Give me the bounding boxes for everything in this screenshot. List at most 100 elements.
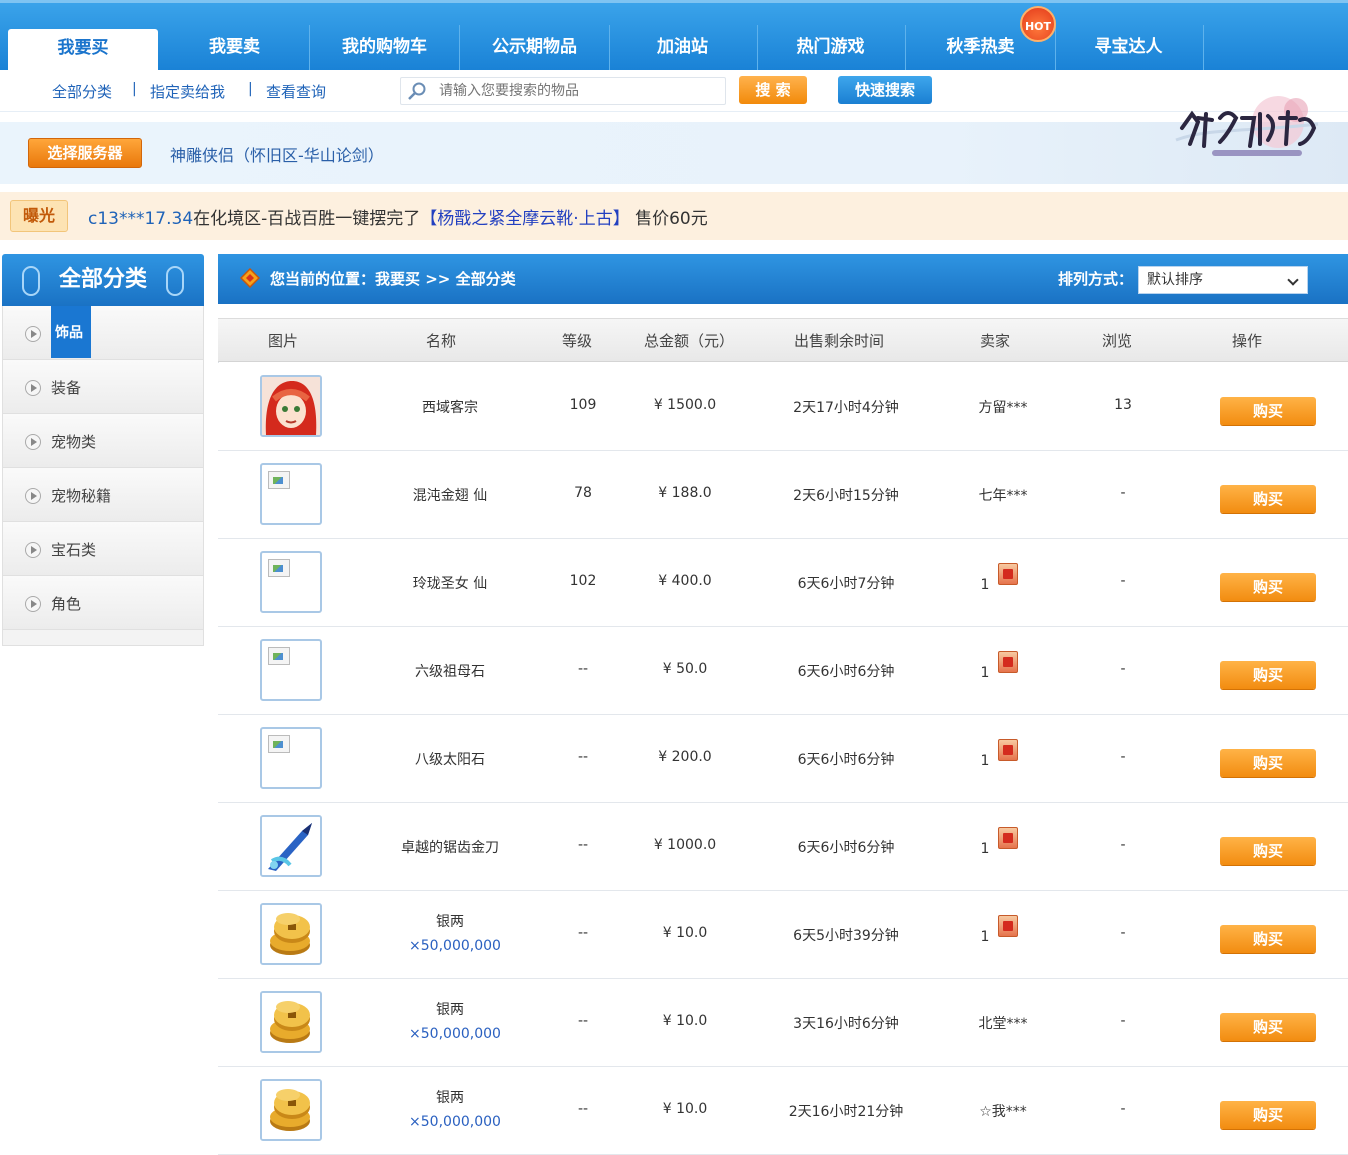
link-query[interactable]: 查看查询	[266, 81, 326, 102]
sidebar-item-gems[interactable]: 宝石类	[3, 522, 203, 576]
arrow-bullet-icon	[25, 380, 41, 396]
item-thumbnail[interactable]	[260, 375, 322, 437]
seller-badge-icon	[998, 563, 1018, 585]
sidebar-item-label: 宠物类	[51, 433, 97, 451]
item-views: -	[1120, 749, 1126, 765]
item-name[interactable]: 银两	[380, 999, 520, 1019]
buy-button[interactable]: 购买	[1220, 925, 1316, 953]
item-time-left: 6天6小时6分钟	[797, 752, 895, 768]
item-level: --	[577, 1013, 589, 1029]
item-level: --	[577, 1101, 589, 1117]
sidebar-title: 全部分类	[58, 267, 147, 292]
sort-select-value: 默认排序	[1147, 272, 1203, 288]
arrow-bullet-icon	[25, 434, 41, 450]
item-thumbnail[interactable]	[260, 551, 322, 613]
item-name[interactable]: 混沌金翅 仙	[380, 485, 520, 505]
seller-name: 七年***	[978, 488, 1028, 504]
broken-image-icon	[268, 471, 290, 489]
column-header-image: 图片	[268, 332, 299, 350]
hot-badge: HOT	[1020, 6, 1056, 42]
item-quantity: ×50,000,000	[409, 1026, 501, 1042]
sidebar-item-label: 角色	[51, 595, 82, 613]
seller-badge-icon	[998, 651, 1018, 673]
item-thumbnail[interactable]	[260, 463, 322, 525]
exposure-middle: 在化境区-百战百胜一键摆完了	[193, 209, 421, 229]
tab-cart[interactable]: 我的购物车	[310, 25, 460, 73]
buy-button[interactable]: 购买	[1220, 1013, 1316, 1041]
buy-button[interactable]: 购买	[1220, 573, 1316, 601]
seller-name: 北堂***	[978, 1016, 1028, 1032]
arrow-bullet-icon	[25, 542, 41, 558]
search-box	[400, 77, 726, 105]
tab-sell[interactable]: 我要卖	[160, 25, 310, 73]
sidebar-item-equipment[interactable]: 装备	[3, 360, 203, 414]
item-thumbnail[interactable]	[260, 639, 322, 701]
buy-button[interactable]: 购买	[1220, 1101, 1316, 1129]
item-thumbnail[interactable]	[260, 815, 322, 877]
item-thumbnail[interactable]	[260, 1079, 322, 1141]
server-name: 神雕侠侣（怀旧区-华山论剑）	[170, 146, 384, 165]
sidebar-item-accessory[interactable]: 饰品	[3, 306, 203, 360]
sidebar-item-pet-manuals[interactable]: 宠物秘籍	[3, 468, 203, 522]
game-logo	[1175, 96, 1319, 156]
item-name[interactable]: 玲珑圣女 仙	[380, 573, 520, 593]
link-sell-to-me[interactable]: 指定卖给我	[150, 81, 225, 102]
buy-button[interactable]: 购买	[1220, 749, 1316, 777]
column-header-time-left: 出售剩余时间	[794, 332, 885, 350]
ornament-icon	[22, 266, 40, 296]
item-thumbnail[interactable]	[260, 727, 322, 789]
item-name[interactable]: 银两	[380, 911, 520, 931]
exposure-text: c13***17.34在化境区-百战百胜一键摆完了【杨戬之紧全摩云靴·上古】 售…	[88, 204, 708, 229]
item-name[interactable]: 西域客宗	[380, 397, 520, 417]
item-price: ¥ 50.0	[662, 661, 708, 677]
exposure-user: c13***17.34	[88, 209, 194, 229]
item-name[interactable]: 八级太阳石	[380, 749, 520, 769]
chevron-down-icon	[1287, 274, 1299, 286]
item-level: --	[577, 749, 589, 765]
buy-button[interactable]: 购买	[1220, 661, 1316, 689]
buy-button[interactable]: 购买	[1220, 837, 1316, 865]
item-time-left: 6天5小时39分钟	[793, 928, 899, 944]
item-views: -	[1120, 837, 1126, 853]
seller-name: 1	[980, 577, 990, 593]
seller-name: 1	[980, 753, 990, 769]
broken-image-icon	[268, 735, 290, 753]
column-header-total-price: 总金额（元）	[644, 332, 735, 350]
item-views: -	[1120, 661, 1126, 677]
sidebar-item-label: 饰品	[51, 306, 91, 358]
tab-gas-station[interactable]: 加油站	[608, 25, 758, 73]
item-thumbnail[interactable]	[260, 991, 322, 1053]
sidebar-item-label: 装备	[51, 379, 82, 397]
column-header-action: 操作	[1232, 332, 1263, 350]
tab-publicity[interactable]: 公示期物品	[460, 25, 610, 73]
item-thumbnail[interactable]	[260, 903, 322, 965]
link-all-categories[interactable]: 全部分类	[52, 81, 112, 102]
item-time-left: 6天6小时6分钟	[797, 840, 895, 856]
item-time-left: 2天17小时4分钟	[793, 400, 899, 416]
buy-button[interactable]: 购买	[1220, 397, 1316, 425]
sidebar-item-label: 宠物秘籍	[51, 487, 112, 505]
item-quantity: ×50,000,000	[409, 1114, 501, 1130]
sort-label: 排列方式：	[1058, 270, 1134, 288]
sidebar-item-characters[interactable]: 角色	[3, 576, 203, 630]
item-price: ¥ 188.0	[658, 485, 712, 501]
table-header	[218, 318, 1348, 362]
search-input[interactable]	[439, 80, 719, 102]
item-views: -	[1120, 1101, 1126, 1117]
exposure-item-link[interactable]: 【杨戬之紧全摩云靴·上古】	[420, 209, 629, 229]
sort-select[interactable]: 默认排序	[1138, 266, 1308, 294]
item-name[interactable]: 六级祖母石	[380, 661, 520, 681]
search-button[interactable]: 搜 索	[739, 76, 807, 104]
item-level: 109	[569, 397, 597, 413]
select-server-button[interactable]: 选择服务器	[28, 138, 142, 168]
tab-buy[interactable]: 我要买	[8, 29, 158, 73]
buy-button[interactable]: 购买	[1220, 485, 1316, 513]
sidebar-item-label: 宝石类	[51, 541, 97, 559]
tab-treasure-hunter[interactable]: 寻宝达人	[1054, 25, 1204, 73]
quick-search-button[interactable]: 快速搜索	[838, 76, 932, 104]
item-name[interactable]: 银两	[380, 1087, 520, 1107]
sidebar-item-pets[interactable]: 宠物类	[3, 414, 203, 468]
tab-hot-games[interactable]: 热门游戏	[756, 25, 906, 73]
item-name[interactable]: 卓越的锯齿金刀	[380, 837, 520, 857]
item-price: ¥ 1500.0	[653, 397, 717, 413]
